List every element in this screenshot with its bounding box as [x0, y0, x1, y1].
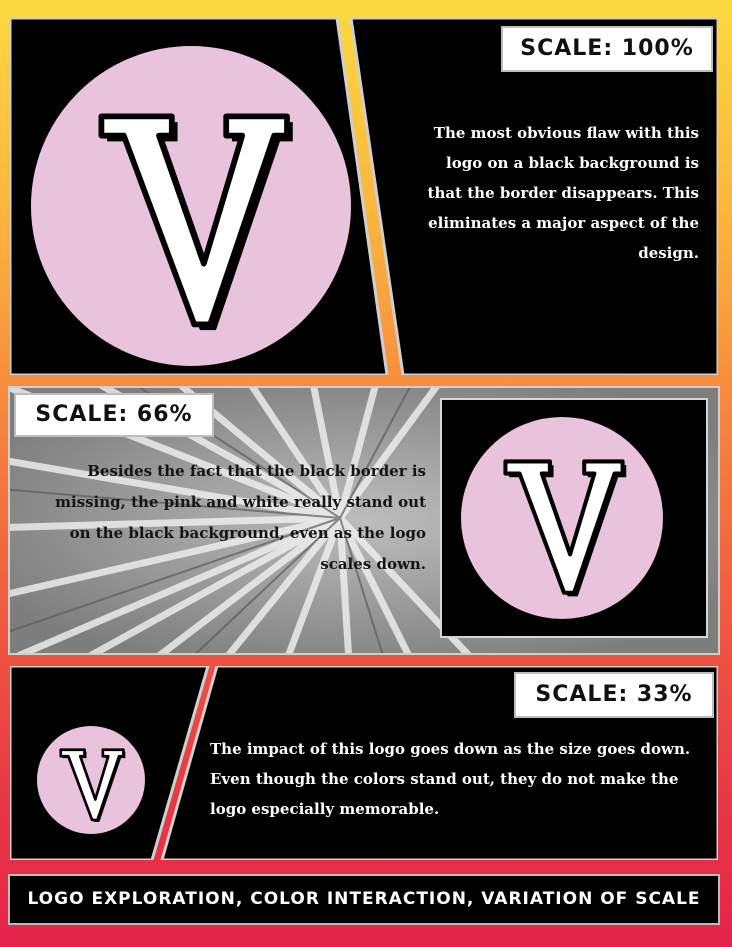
v-letter-icon [503, 459, 627, 597]
scale-label-33: SCALE: 33% [514, 672, 714, 718]
panel-1-description: The most obvious flaw with this logo on … [427, 124, 699, 262]
logo-circle-large [28, 43, 354, 369]
scale-label-66: SCALE: 66% [14, 393, 214, 437]
logo-circle-small [34, 723, 148, 837]
panel-2: SCALE: 66% Besides the fact that the bla… [10, 388, 718, 653]
panel-2-logo-frame [442, 400, 706, 636]
v-letter-icon [59, 748, 126, 822]
logo-circle-medium [458, 414, 666, 622]
panel-1-text-area: SCALE: 100% The most obvious flaw with t… [337, 18, 718, 375]
panel-1-logo-area [10, 18, 390, 375]
scale-label-100: SCALE: 100% [501, 26, 713, 72]
panel-3-description: The impact of this logo goes down as the… [210, 740, 691, 818]
panel-2-description: Besides the fact that the black border i… [55, 462, 426, 573]
v-letter-icon [98, 113, 293, 331]
footer-title: LOGO EXPLORATION, COLOR INTERACTION, VAR… [10, 876, 718, 923]
panel-3-text-area: SCALE: 33% The impact of this logo goes … [150, 666, 718, 860]
